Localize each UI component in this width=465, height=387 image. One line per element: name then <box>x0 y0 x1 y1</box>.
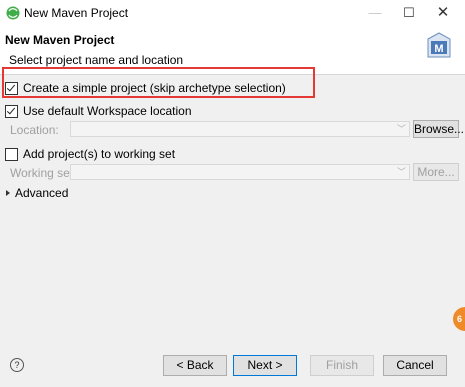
maven-logo-icon: M <box>427 32 451 58</box>
simple-project-checkbox-row[interactable]: Create a simple project (skip archetype … <box>5 80 286 96</box>
browse-button[interactable]: Browse... <box>413 120 464 138</box>
working-set-combo[interactable]: ﹀ <box>70 164 410 180</box>
page-title: New Maven Project <box>5 33 115 47</box>
location-label: Location: <box>10 123 59 137</box>
svg-text:M: M <box>434 43 443 55</box>
window-title: New Maven Project <box>24 6 129 20</box>
working-set-checkbox[interactable] <box>5 147 18 161</box>
next-button[interactable]: Next > <box>233 355 297 376</box>
working-set-checkbox-row[interactable]: Add project(s) to working set <box>5 146 175 162</box>
finish-button[interactable]: Finish <box>310 355 374 376</box>
close-button[interactable]: ✕ <box>425 0 461 26</box>
minimize-button[interactable]: — <box>357 0 393 26</box>
simple-project-checkbox[interactable] <box>5 81 18 95</box>
default-workspace-checkbox-row[interactable]: Use default Workspace location <box>5 103 192 119</box>
eclipse-icon <box>6 6 20 20</box>
chevron-down-icon: ﹀ <box>396 167 406 177</box>
cancel-button[interactable]: Cancel <box>383 355 447 376</box>
chevron-down-icon: ﹀ <box>396 124 406 134</box>
advanced-label: Advanced <box>15 186 69 200</box>
working-set-check-label: Add project(s) to working set <box>23 147 176 161</box>
default-workspace-label: Use default Workspace location <box>23 104 192 118</box>
page-description: Select project name and location <box>9 53 184 67</box>
help-icon[interactable]: ? <box>10 358 24 372</box>
more-button[interactable]: More... <box>413 163 459 181</box>
simple-project-label: Create a simple project (skip archetype … <box>23 81 286 95</box>
floating-badge[interactable]: 6 <box>453 307 465 331</box>
working-set-label: Working set: <box>10 166 77 180</box>
back-button[interactable]: < Back <box>163 355 227 376</box>
window-titlebar: New Maven Project — ☐ ✕ <box>0 0 465 26</box>
maximize-button[interactable]: ☐ <box>391 0 427 26</box>
default-workspace-checkbox[interactable] <box>5 104 18 118</box>
expand-triangle-icon <box>6 190 10 196</box>
advanced-expander[interactable]: Advanced <box>6 186 68 200</box>
location-combo[interactable]: ﹀ <box>70 121 410 137</box>
